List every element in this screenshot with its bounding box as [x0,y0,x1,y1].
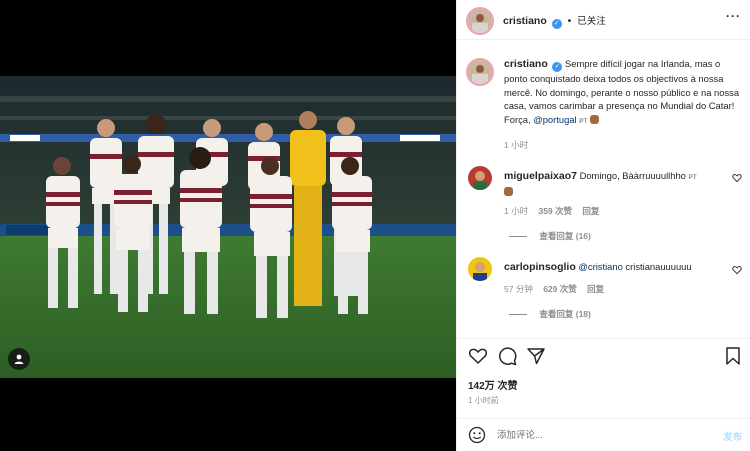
comment-avatar[interactable] [468,257,492,281]
comment-username[interactable]: miguelpaixao7 [504,170,577,182]
comment-like-heart-icon[interactable] [732,265,742,275]
comment-avatar-image [468,166,492,190]
divider [457,338,750,339]
view-replies-label: 查看回复 (18) [539,309,591,319]
post-photo[interactable] [0,76,456,378]
comment-username[interactable]: carlopinsoglio [504,261,576,273]
comment-reply-button[interactable]: 回复 [587,284,604,294]
share-icon[interactable] [526,346,546,366]
comment-time: 57 分钟 [504,284,533,294]
caption-mention-link[interactable]: @portugal [533,114,576,125]
follow-state-button[interactable]: 已关注 [577,16,606,27]
post-header: cristiano ✓ • 已关注 ··· [457,0,750,40]
comment-text: Domingo, Bààrruuuullhho [579,170,686,181]
caption: cristiano ✓ Sempre difícil jogar na Irla… [504,57,740,128]
caption-username[interactable]: cristiano [504,58,548,70]
reply-line [509,314,527,316]
view-replies-button[interactable]: 查看回复 (18) [509,308,591,320]
comment-body: miguelpaixao7 Domingo, Bààrruuuullhho PT [504,169,729,199]
tag-user-icon[interactable] [8,348,30,370]
caption-avatar[interactable] [466,58,494,86]
heart-icon[interactable] [468,346,488,366]
more-icon[interactable]: ··· [726,9,741,23]
comment-input[interactable] [497,427,697,443]
flexed-biceps-emoji [590,114,600,124]
comment-composer: 发布 [457,419,750,451]
comment-time: 1 小时 [504,206,529,216]
emoji-icon[interactable] [468,426,486,444]
verified-icon: ✓ [551,19,562,29]
bookmark-icon[interactable] [724,346,742,366]
comment-avatar[interactable] [468,166,492,190]
comment-avatar-image [468,257,492,281]
separator-dot: • [567,15,572,27]
view-replies-label: 查看回复 (16) [539,231,591,241]
verified-icon: ✓ [552,62,563,72]
flag-label: PT [579,117,588,125]
comment-text: cristianauuuuuu [625,261,692,272]
header-username[interactable]: cristiano [503,15,547,27]
comment-meta: 1 小时 359 次赞 回复 [504,205,599,217]
caption-avatar-image [468,60,492,84]
view-replies-button[interactable]: 查看回复 (16) [509,230,591,242]
comment-likes[interactable]: 359 次赞 [538,206,572,216]
comment-meta: 57 分钟 629 次赞 回复 [504,283,604,295]
reply-line [509,236,527,238]
comment-icon[interactable] [497,346,517,366]
post-media-panel [0,0,456,451]
avatar-image [468,9,492,33]
header-user: cristiano ✓ • 已关注 [503,13,606,29]
comment-like-heart-icon[interactable] [732,173,742,183]
comment-reply-button[interactable]: 回复 [582,206,599,216]
likes-count[interactable]: 142万 次赞 [468,377,517,392]
post-comment-button[interactable]: 发布 [723,429,742,443]
comment-body: carlopinsoglio @cristiano cristianauuuuu… [504,260,729,274]
flag-label: PT [688,174,697,181]
post-time: 1 小时前 [468,396,499,405]
team-photo-image [0,76,456,378]
comment-likes[interactable]: 629 次赞 [543,284,577,294]
post-side-panel: cristiano ✓ • 已关注 ··· cristiano ✓ Sempre… [456,0,750,451]
avatar[interactable] [466,7,494,35]
flexed-biceps-emoji [504,187,513,196]
comment-mention-link[interactable]: @cristiano [578,261,622,272]
caption-time: 1 小时 [504,140,529,150]
